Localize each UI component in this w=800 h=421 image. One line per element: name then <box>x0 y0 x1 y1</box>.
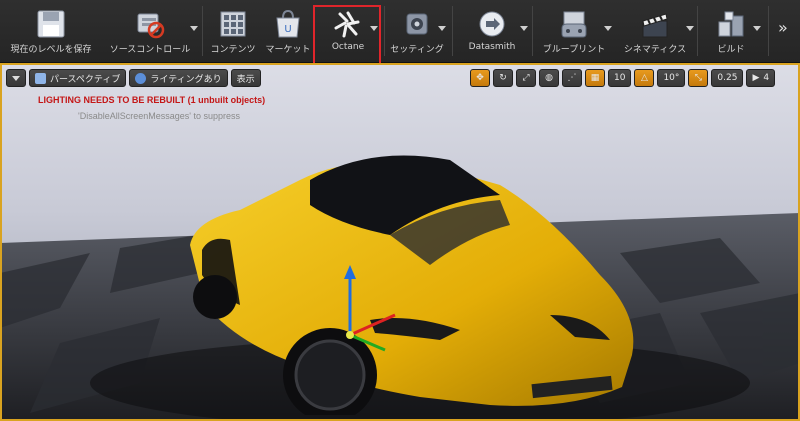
datasmith-icon <box>479 11 505 37</box>
build-button[interactable]: ビルド <box>699 0 763 62</box>
rotate-mode-button[interactable]: ↻ <box>493 69 513 87</box>
translate-icon: ✥ <box>476 73 484 83</box>
scale-mode-button[interactable]: ⤢ <box>516 69 536 87</box>
scale-snap-label: 0.25 <box>717 73 738 83</box>
marketplace-icon: U <box>276 9 300 38</box>
show-flags-button[interactable]: 表示 <box>230 69 261 87</box>
source-control-button[interactable]: ソースコントロール <box>100 0 200 62</box>
grid-snap-toggle[interactable]: ▦ <box>585 69 605 87</box>
build-icon <box>718 11 744 37</box>
perspective-icon <box>35 72 46 84</box>
cinematics-label: シネマティクス <box>623 45 687 55</box>
toolbar-separator <box>384 6 385 56</box>
lighting-warning-message: LIGHTING NEEDS TO BE REBUILT (1 unbuilt … <box>38 95 266 105</box>
blueprint-gamepad-icon <box>561 11 587 38</box>
show-label: 表示 <box>236 74 255 85</box>
clapperboard-icon <box>642 13 668 38</box>
cinematics-button[interactable]: シネマティクス <box>614 0 696 62</box>
surface-snap-icon: ⋰ <box>567 73 577 83</box>
scale-snap-value[interactable]: 0.25 <box>711 69 744 87</box>
scale-icon: ⤢ <box>522 73 530 83</box>
settings-button[interactable]: セッティング <box>386 0 448 62</box>
grid-snap-value[interactable]: 10 <box>608 69 632 87</box>
sports-car-mesh[interactable] <box>170 125 670 415</box>
camera-icon: ▶ <box>752 73 760 83</box>
level-viewport[interactable]: パースペクティブ ライティングあり 表示 ✥ ↻ ⤢ ◍ ⋰ ▦ 10 △ 10… <box>0 63 800 421</box>
source-control-dropdown-arrow-icon[interactable] <box>190 26 198 31</box>
perspective-label: パースペクティブ <box>50 74 121 85</box>
save-level-button[interactable]: 現在のレベルを保存 <box>4 0 98 62</box>
viewport-toolbar-right: ✥ ↻ ⤢ ◍ ⋰ ▦ 10 △ 10° ⤡ 0.25 ▶ 4 <box>470 68 778 88</box>
viewport-options-arrow-icon <box>12 75 20 81</box>
datasmith-dropdown-arrow-icon[interactable] <box>520 26 528 31</box>
toolbar-separator <box>452 6 453 56</box>
suppress-hint-message: 'DisableAllScreenMessages' to suppress <box>78 111 241 121</box>
svg-text:U: U <box>284 24 291 35</box>
toolbar-separator <box>697 6 698 56</box>
main-toolbar: 現在のレベルを保存 ソースコントロール コンテンツ U マーケット Octane… <box>0 0 800 65</box>
toolbar-separator <box>532 6 533 56</box>
cinematics-dropdown-arrow-icon[interactable] <box>686 26 694 31</box>
grid-snap-label: 10 <box>614 73 626 83</box>
rotation-snap-value[interactable]: 10° <box>657 69 686 87</box>
source-control-icon <box>137 13 165 39</box>
settings-label: セッティング <box>390 45 444 55</box>
marketplace-button[interactable]: U マーケット <box>262 0 314 62</box>
blueprint-dropdown-arrow-icon[interactable] <box>604 26 612 31</box>
viewport-toolbar-left: パースペクティブ ライティングあり 表示 <box>6 68 264 88</box>
toolbar-separator <box>202 6 203 56</box>
settings-dropdown-arrow-icon[interactable] <box>438 26 446 31</box>
surface-snap-button[interactable]: ⋰ <box>562 69 582 87</box>
lighting-sphere-icon <box>135 72 147 84</box>
save-icon <box>37 10 65 38</box>
angle-icon: △ <box>640 73 648 83</box>
lighting-label: ライティングあり <box>150 74 222 85</box>
scale-snap-icon: ⤡ <box>694 73 702 83</box>
blueprint-label: ブループリント <box>542 45 606 55</box>
rotate-icon: ↻ <box>499 73 507 83</box>
rotation-snap-label: 10° <box>663 73 680 83</box>
globe-icon: ◍ <box>545 73 553 83</box>
build-label: ビルド <box>717 45 745 55</box>
source-control-label: ソースコントロール <box>109 45 191 55</box>
build-dropdown-arrow-icon[interactable] <box>753 26 761 31</box>
viewport-options-button[interactable] <box>6 69 26 87</box>
lighting-mode-button[interactable]: ライティングあり <box>129 69 228 87</box>
save-level-label: 現在のレベルを保存 <box>10 45 92 55</box>
octane-highlight-box <box>313 5 381 65</box>
settings-gear-icon <box>406 13 428 35</box>
grid-icon: ▦ <box>590 73 600 83</box>
camera-speed-button[interactable]: ▶ 4 <box>746 69 776 87</box>
toolbar-overflow-icon[interactable]: » <box>778 18 788 37</box>
content-grid-icon <box>220 11 246 37</box>
rotation-snap-toggle[interactable]: △ <box>634 69 655 87</box>
translate-mode-button[interactable]: ✥ <box>470 69 490 87</box>
datasmith-label: Datasmith <box>468 42 516 52</box>
perspective-button[interactable]: パースペクティブ <box>29 69 127 87</box>
content-button[interactable]: コンテンツ <box>205 0 261 62</box>
datasmith-button[interactable]: Datasmith <box>454 0 530 62</box>
scale-snap-toggle[interactable]: ⤡ <box>688 69 709 87</box>
content-label: コンテンツ <box>210 45 256 55</box>
camera-speed-label: 4 <box>763 73 770 83</box>
blueprint-button[interactable]: ブループリント <box>534 0 614 62</box>
world-local-button[interactable]: ◍ <box>539 69 559 87</box>
marketplace-label: マーケット <box>265 45 311 55</box>
toolbar-separator <box>768 6 769 56</box>
